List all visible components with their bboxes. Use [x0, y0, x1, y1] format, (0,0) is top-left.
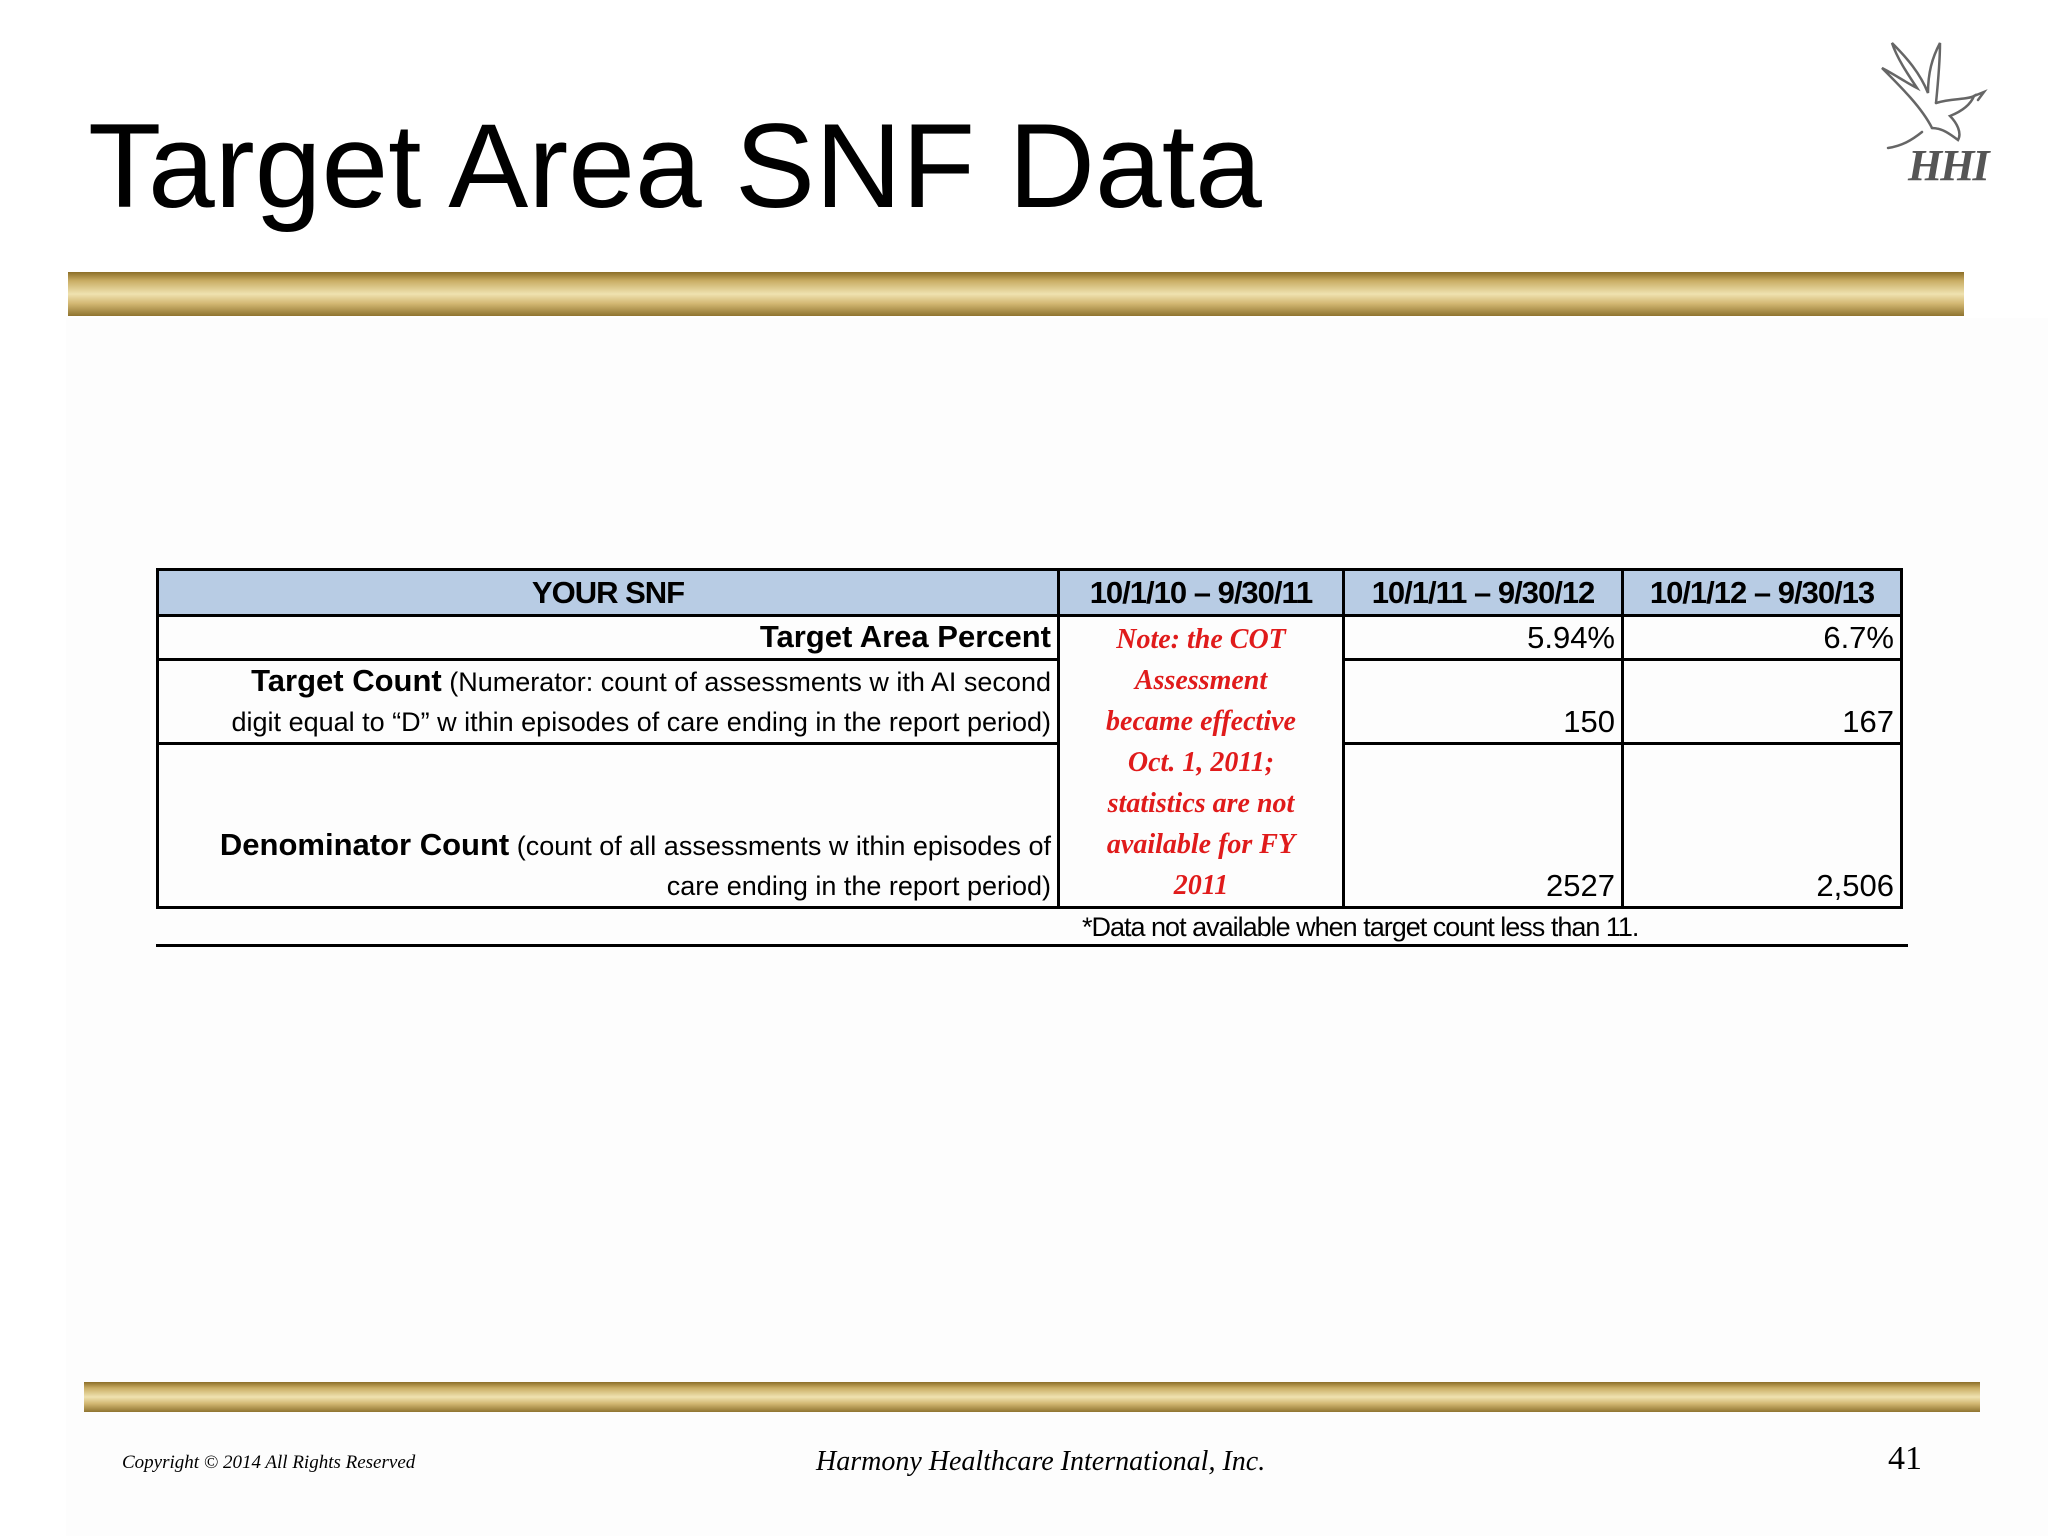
top-divider-bar [68, 272, 1964, 316]
hhi-logo-text: HHI [1908, 141, 1990, 190]
target-count-2012: 150 [1342, 658, 1624, 745]
slide-content-panel [66, 318, 2048, 1536]
table-header-row: YOUR SNF 10/1/10 – 9/30/11 10/1/11 – 9/3… [156, 568, 1903, 617]
company-name: Harmony Healthcare International, Inc. [816, 1446, 1266, 1477]
snf-data-table: YOUR SNF 10/1/10 – 9/30/11 10/1/11 – 9/3… [156, 568, 1903, 909]
target-area-percent-label: Target Area Percent [156, 614, 1060, 661]
denominator-count-2013: 2,506 [1621, 742, 1903, 909]
table-row: Target Count (Numerator: count of assess… [156, 658, 1903, 745]
denominator-count-2012: 2527 [1342, 742, 1624, 909]
table-row: Denominator Count (count of all assessme… [156, 742, 1903, 909]
header-your-snf: YOUR SNF [156, 568, 1060, 617]
footnote-underline [156, 944, 1908, 947]
header-period-2012: 10/1/11 – 9/30/12 [1342, 568, 1624, 617]
header-period-2013: 10/1/12 – 9/30/13 [1621, 568, 1903, 617]
target-area-percent-2013: 6.7% [1621, 614, 1903, 661]
slide-title: Target Area SNF Data [88, 99, 1262, 233]
copyright-text: Copyright © 2014 All Rights Reserved [122, 1452, 416, 1473]
page-number: 41 [1888, 1440, 1922, 1477]
target-area-percent-2012: 5.94% [1342, 614, 1624, 661]
bottom-divider-bar [84, 1382, 1980, 1412]
target-count-label: Target Count (Numerator: count of assess… [156, 658, 1060, 745]
cot-assessment-note: Note: the COT Assessment became effectiv… [1057, 614, 1345, 909]
denominator-count-label: Denominator Count (count of all assessme… [156, 742, 1060, 909]
header-period-2011: 10/1/10 – 9/30/11 [1057, 568, 1345, 617]
table-row: Target Area Percent Note: the COT Assess… [156, 614, 1903, 909]
target-count-2013: 167 [1621, 658, 1903, 745]
table-footnote: *Data not available when target count le… [1082, 912, 1639, 942]
